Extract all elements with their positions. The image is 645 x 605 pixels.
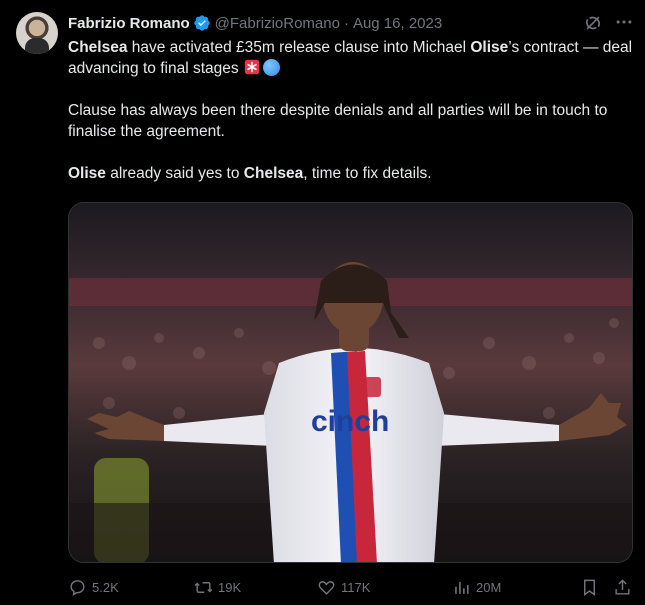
shirt-sponsor: cinch bbox=[311, 405, 389, 438]
like-button[interactable]: 117K bbox=[317, 574, 370, 600]
tweet-text: Chelsea have activated £35m release clau… bbox=[68, 37, 638, 205]
repost-button[interactable]: 19K bbox=[194, 574, 241, 600]
author-handle[interactable]: @FabrizioRomano bbox=[215, 15, 340, 32]
reply-button[interactable]: 5.2K bbox=[68, 574, 119, 600]
bold-chelsea: Chelsea bbox=[68, 39, 128, 56]
reply-count: 5.2K bbox=[92, 579, 119, 595]
repost-count: 19K bbox=[218, 579, 242, 595]
grok-icon[interactable] bbox=[583, 13, 603, 33]
siren-emoji-icon bbox=[244, 59, 259, 75]
tweet-photo[interactable]: cinch bbox=[68, 202, 633, 563]
bookmark-icon bbox=[584, 579, 595, 596]
text-span: have activated £35m release clause into … bbox=[127, 39, 471, 56]
bold-olise: Olise bbox=[470, 39, 509, 56]
repost-icon bbox=[194, 581, 213, 593]
tweet-paragraph-1: Chelsea have activated £35m release clau… bbox=[68, 37, 638, 79]
bold-chelsea: Chelsea bbox=[243, 165, 304, 182]
separator-dot: · bbox=[343, 14, 349, 32]
like-count: 117K bbox=[341, 579, 371, 595]
tweet-date[interactable]: Aug 16, 2023 bbox=[353, 15, 442, 32]
tweet-actions: 5.2K 19K 117K 20M bbox=[68, 574, 638, 600]
views-count: 20M bbox=[476, 579, 502, 595]
bookmark-button[interactable] bbox=[580, 574, 604, 600]
more-icon[interactable] bbox=[614, 12, 634, 32]
share-button[interactable] bbox=[613, 574, 637, 600]
tweet-header: Fabrizio Romano @FabrizioRomano · Aug 16… bbox=[68, 12, 442, 34]
views-button[interactable]: 20M bbox=[452, 574, 501, 600]
share-icon bbox=[615, 578, 630, 595]
author-display-name[interactable]: Fabrizio Romano bbox=[68, 15, 190, 32]
text-span: already said yes to bbox=[105, 165, 244, 182]
blue-circle-emoji-icon bbox=[262, 59, 280, 76]
photo-of-footballer-celebrating-icon: cinch bbox=[69, 203, 632, 562]
verified-badge-icon bbox=[193, 15, 210, 31]
tweet-card[interactable]: Fabrizio Romano @FabrizioRomano · Aug 16… bbox=[0, 0, 645, 605]
views-icon bbox=[455, 581, 469, 594]
heart-icon bbox=[318, 580, 335, 595]
author-avatar[interactable] bbox=[16, 12, 58, 54]
tweet-paragraph-3: Olise already said yes to Chelsea, time … bbox=[68, 163, 638, 184]
text-span: , time to fix details. bbox=[303, 165, 432, 182]
reply-icon bbox=[70, 579, 85, 596]
tweet-paragraph-2: Clause has always been there despite den… bbox=[68, 102, 608, 140]
bold-olise: Olise bbox=[68, 165, 106, 182]
